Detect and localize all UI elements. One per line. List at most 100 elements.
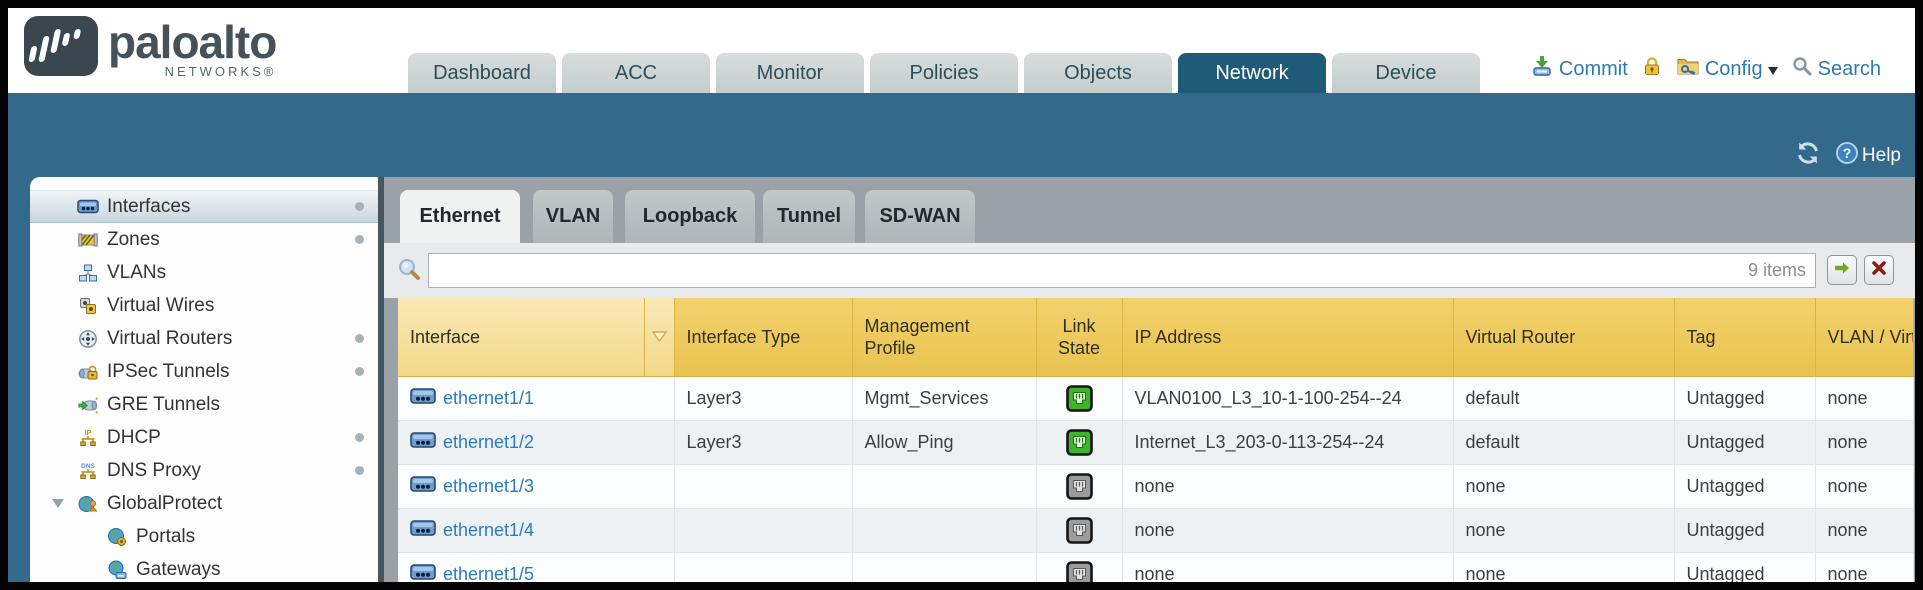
svg-text:IP: IP bbox=[84, 428, 91, 437]
column-filter-caret[interactable] bbox=[644, 298, 674, 376]
cell-link-state bbox=[1036, 420, 1122, 464]
interfaces-table: Interface Interface Type Management Prof… bbox=[398, 298, 1914, 582]
ethernet-port-icon bbox=[410, 388, 436, 409]
table-row[interactable]: ethernet1/1Layer3Mgmt_ServicesVLAN0100_L… bbox=[398, 376, 1913, 420]
interface-link[interactable]: ethernet1/4 bbox=[410, 520, 534, 541]
sidebar: Interfaces ZonesVLANs Virtual Wires Virtual… bbox=[30, 177, 378, 582]
vlans-icon bbox=[77, 262, 99, 284]
item-status-dot bbox=[355, 466, 364, 475]
link-state-down-icon bbox=[1066, 519, 1093, 539]
sidebar-item-virtual-wires[interactable]: Virtual Wires bbox=[30, 289, 378, 322]
commit-icon bbox=[1530, 54, 1554, 84]
cell-virtual-router: none bbox=[1453, 464, 1674, 508]
cell-type bbox=[674, 552, 852, 582]
column-header-tag[interactable]: Tag bbox=[1674, 298, 1815, 376]
sidebar-item-dns-proxy[interactable]: DNSDNS Proxy bbox=[30, 454, 378, 487]
clear-filter-button[interactable] bbox=[1864, 255, 1894, 285]
sidebar-item-dhcp[interactable]: IPDHCP bbox=[30, 421, 378, 454]
cell-vlan-wire: none bbox=[1815, 420, 1913, 464]
tab-dashboard[interactable]: Dashboard bbox=[408, 53, 556, 93]
link-state-up-icon bbox=[1066, 431, 1093, 451]
tab-device[interactable]: Device bbox=[1332, 53, 1480, 93]
expander-down-icon[interactable] bbox=[52, 499, 64, 514]
sidebar-item-interfaces[interactable]: Interfaces bbox=[30, 190, 378, 223]
sidebar-item-gre-tunnels[interactable]: GRE Tunnels bbox=[30, 388, 378, 421]
filter-input[interactable] bbox=[428, 253, 1816, 288]
cell-profile bbox=[852, 552, 1036, 582]
subtab-sd-wan[interactable]: SD-WAN bbox=[865, 190, 975, 243]
cell-virtual-router: default bbox=[1453, 376, 1674, 420]
utility-bar: ? Help bbox=[8, 93, 1915, 177]
cell-ip-address: Internet_L3_203-0-113-254--24 bbox=[1122, 420, 1453, 464]
interface-link[interactable]: ethernet1/2 bbox=[410, 432, 534, 453]
cell-tag: Untagged bbox=[1674, 420, 1815, 464]
interfaces-icon bbox=[77, 196, 99, 218]
sidebar-item-label: Virtual Wires bbox=[107, 295, 214, 317]
green-arrow-icon bbox=[1833, 259, 1851, 282]
column-header-vr[interactable]: Virtual Router bbox=[1453, 298, 1674, 376]
ethernet-port-icon bbox=[410, 476, 436, 497]
interface-link[interactable]: ethernet1/1 bbox=[410, 388, 534, 409]
cell-link-state bbox=[1036, 464, 1122, 508]
column-header-link[interactable]: Link State bbox=[1036, 298, 1122, 376]
app-window: paloalto NETWORKS® DashboardACCMonitorPo… bbox=[8, 8, 1915, 582]
virtual-wires-icon bbox=[77, 295, 99, 317]
table-row[interactable]: ethernet1/3nonenoneUntaggednone bbox=[398, 464, 1913, 508]
column-header-profile[interactable]: Management Profile bbox=[852, 298, 1036, 376]
refresh-icon[interactable] bbox=[1795, 140, 1821, 171]
primary-tabs: DashboardACCMonitorPoliciesObjectsNetwor… bbox=[408, 53, 1480, 93]
cell-profile: Allow_Ping bbox=[852, 420, 1036, 464]
column-header-type[interactable]: Interface Type bbox=[674, 298, 852, 376]
sidebar-item-portals[interactable]: Portals bbox=[30, 520, 378, 553]
cell-ip-address: none bbox=[1122, 508, 1453, 552]
help-label: Help bbox=[1862, 145, 1901, 167]
search-label: Search bbox=[1818, 58, 1881, 81]
tab-monitor[interactable]: Monitor bbox=[716, 53, 864, 93]
search-button[interactable]: Search bbox=[1791, 55, 1881, 83]
sidebar-item-gateways[interactable]: Gateways bbox=[30, 553, 378, 582]
link-state-down-icon bbox=[1066, 475, 1093, 495]
tab-network[interactable]: Network bbox=[1178, 53, 1326, 93]
sidebar-item-virtual-routers[interactable]: Virtual Routers bbox=[30, 322, 378, 355]
sidebar-item-globalprotect[interactable]: GlobalProtect bbox=[30, 487, 378, 520]
cell-interface: ethernet1/5 bbox=[398, 552, 674, 582]
subtab-tunnel[interactable]: Tunnel bbox=[763, 190, 855, 243]
help-icon: ? bbox=[1835, 141, 1859, 171]
tab-acc[interactable]: ACC bbox=[562, 53, 710, 93]
subtab-loopback[interactable]: Loopback bbox=[625, 190, 755, 243]
table-header-row: Interface Interface Type Management Prof… bbox=[398, 298, 1913, 376]
commit-label: Commit bbox=[1559, 58, 1628, 81]
subtab-ethernet[interactable]: Ethernet bbox=[400, 190, 520, 243]
cell-type: Layer3 bbox=[674, 420, 852, 464]
cell-ip-address: VLAN0100_L3_10-1-100-254--24 bbox=[1122, 376, 1453, 420]
table-row[interactable]: ethernet1/2 Layer3Allow_Ping Internet_L3_2… bbox=[398, 420, 1913, 464]
app-header: paloalto NETWORKS® DashboardACCMonitorPo… bbox=[8, 8, 1915, 93]
interface-link[interactable]: ethernet1/5 bbox=[410, 564, 534, 583]
cell-link-state bbox=[1036, 376, 1122, 420]
sidebar-item-vlans[interactable]: VLANs bbox=[30, 256, 378, 289]
cell-virtual-router: none bbox=[1453, 508, 1674, 552]
interface-link[interactable]: ethernet1/3 bbox=[410, 476, 534, 497]
sidebar-item-zones[interactable]: Zones bbox=[30, 223, 378, 256]
config-menu-button[interactable]: Config bbox=[1676, 54, 1778, 84]
column-header-interface[interactable]: Interface bbox=[398, 298, 644, 376]
tab-objects[interactable]: Objects bbox=[1024, 53, 1172, 93]
filter-toolbar: 9 items bbox=[384, 243, 1915, 298]
lock-icon[interactable] bbox=[1641, 55, 1663, 83]
tab-policies[interactable]: Policies bbox=[870, 53, 1018, 93]
portals-icon bbox=[106, 526, 128, 548]
subtab-vlan[interactable]: VLAN bbox=[533, 190, 613, 243]
column-header-ip[interactable]: IP Address bbox=[1122, 298, 1453, 376]
table-row[interactable]: ethernet1/4nonenoneUntaggednone bbox=[398, 508, 1913, 552]
cell-tag: Untagged bbox=[1674, 376, 1815, 420]
help-button[interactable]: ? Help bbox=[1835, 141, 1901, 171]
commit-button[interactable]: Commit bbox=[1530, 54, 1628, 84]
sidebar-item-ipsec-tunnels[interactable]: IPSec Tunnels bbox=[30, 355, 378, 388]
apply-filter-button[interactable] bbox=[1827, 255, 1857, 285]
table-row[interactable]: ethernet1/5nonenoneUntaggednone bbox=[398, 552, 1913, 582]
interface-name: ethernet1/3 bbox=[443, 476, 534, 497]
cell-virtual-router: default bbox=[1453, 420, 1674, 464]
column-header-vlan[interactable]: VLAN / Virtual-Wire bbox=[1815, 298, 1913, 376]
link-state-down-icon bbox=[1066, 563, 1093, 582]
sidebar-item-label: Interfaces bbox=[107, 196, 190, 218]
